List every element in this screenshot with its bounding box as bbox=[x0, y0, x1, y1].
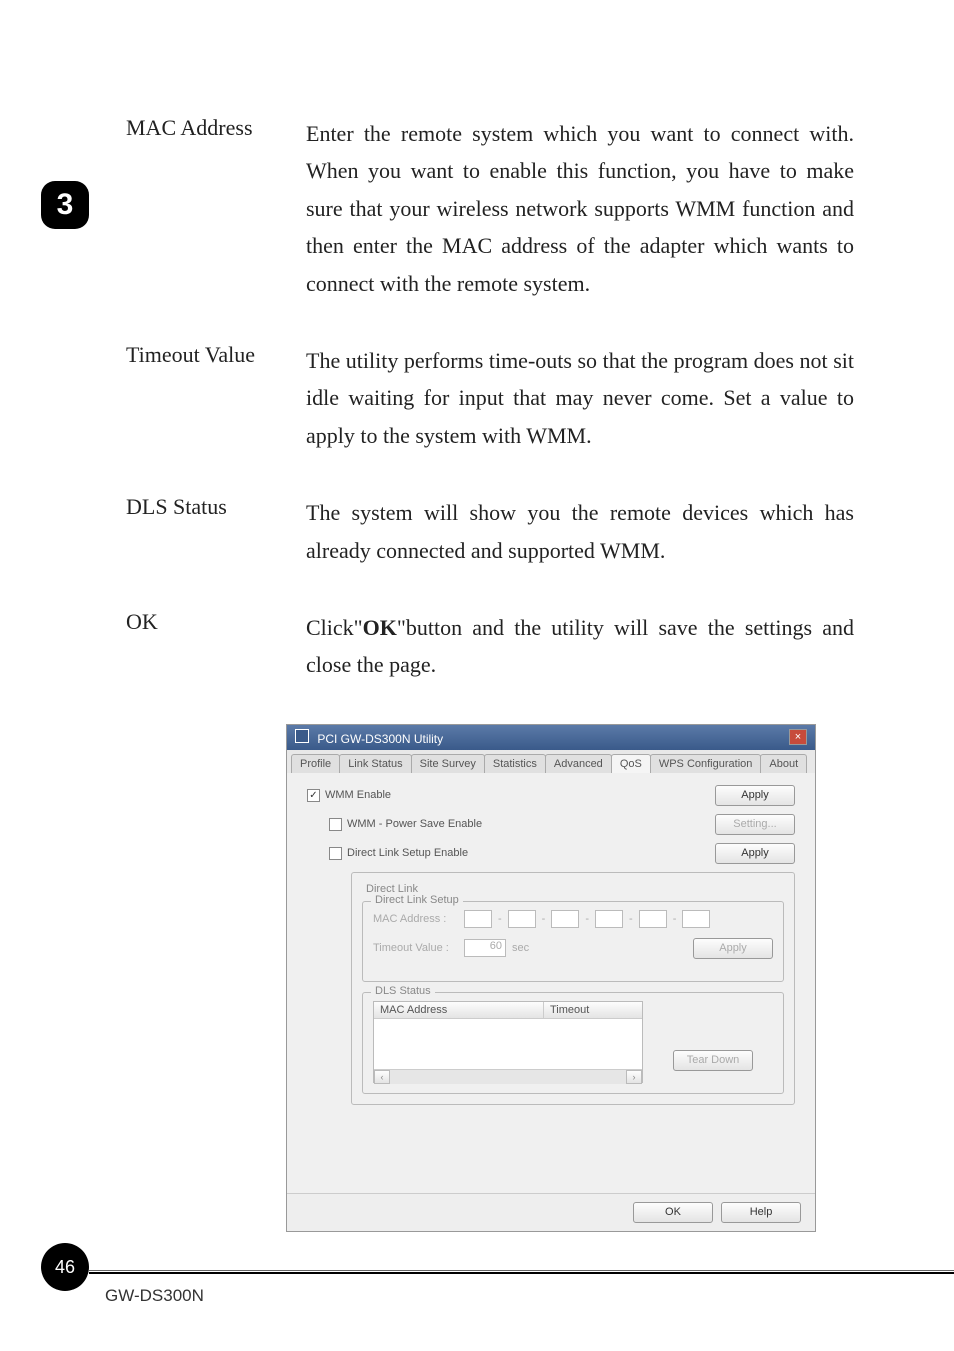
wmm-enable-checkbox-wrap[interactable]: ✓ WMM Enable bbox=[307, 789, 391, 802]
wmm-enable-label: WMM Enable bbox=[325, 789, 391, 801]
wmm-ps-checkbox-wrap[interactable]: WMM - Power Save Enable bbox=[329, 818, 482, 831]
definition-row: Timeout Value The utility performs time-… bbox=[126, 342, 854, 454]
definition-row: DLS Status The system will show you the … bbox=[126, 494, 854, 569]
term-timeout-value: Timeout Value bbox=[126, 342, 306, 454]
tab-advanced[interactable]: Advanced bbox=[545, 754, 612, 773]
mac-sep: - bbox=[498, 913, 502, 925]
tab-qos[interactable]: QoS bbox=[611, 754, 651, 773]
scroll-right-icon[interactable]: › bbox=[626, 1070, 642, 1084]
definition-row: OK Click"OK"button and the utility will … bbox=[126, 609, 854, 684]
term-dls-status: DLS Status bbox=[126, 494, 306, 569]
chapter-badge: 3 bbox=[41, 181, 89, 229]
dls-enable-checkbox-wrap[interactable]: Direct Link Setup Enable bbox=[329, 847, 468, 860]
dls-setup-group: Direct Link Setup MAC Address : - - - - … bbox=[362, 901, 784, 982]
desc-dls-status: The system will show you the remote devi… bbox=[306, 494, 854, 569]
direct-link-group: Direct Link Direct Link Setup MAC Addres… bbox=[351, 872, 795, 1105]
mac-address-label: MAC Address : bbox=[373, 913, 458, 925]
apply-button-wmm[interactable]: Apply bbox=[715, 785, 795, 806]
mac-octet-6[interactable] bbox=[682, 910, 710, 928]
mac-octet-3[interactable] bbox=[551, 910, 579, 928]
dls-status-group: DLS Status MAC Address Timeout ‹ › bbox=[362, 992, 784, 1094]
tab-site-survey[interactable]: Site Survey bbox=[411, 754, 485, 773]
term-mac-address: MAC Address bbox=[126, 115, 306, 302]
mac-octet-2[interactable] bbox=[508, 910, 536, 928]
mac-octet-4[interactable] bbox=[595, 910, 623, 928]
timeout-label: Timeout Value : bbox=[373, 942, 458, 954]
scroll-left-icon[interactable]: ‹ bbox=[374, 1070, 390, 1084]
help-button[interactable]: Help bbox=[721, 1202, 801, 1223]
dialog-body: ✓ WMM Enable Apply WMM - Power Save Enab… bbox=[287, 773, 815, 1193]
desc-ok-bold: OK bbox=[363, 615, 397, 640]
dls-header-mac: MAC Address bbox=[374, 1002, 544, 1018]
horizontal-scrollbar[interactable]: ‹ › bbox=[374, 1069, 642, 1084]
timeout-unit: sec bbox=[512, 942, 529, 954]
footer-divider bbox=[89, 1272, 954, 1274]
scroll-track[interactable] bbox=[390, 1070, 626, 1084]
dls-empty-area bbox=[374, 1019, 642, 1069]
dls-setup-group-label: Direct Link Setup bbox=[371, 894, 463, 906]
wmm-enable-checkbox[interactable]: ✓ bbox=[307, 789, 320, 802]
timeout-input[interactable]: 60 bbox=[464, 939, 506, 957]
dls-enable-checkbox[interactable] bbox=[329, 847, 342, 860]
mac-sep: - bbox=[629, 913, 633, 925]
mac-sep: - bbox=[673, 913, 677, 925]
desc-mac-address: Enter the remote system which you want t… bbox=[306, 115, 854, 302]
dls-enable-label: Direct Link Setup Enable bbox=[347, 847, 468, 859]
tab-statistics[interactable]: Statistics bbox=[484, 754, 546, 773]
desc-timeout-value: The utility performs time-outs so that t… bbox=[306, 342, 854, 454]
app-icon bbox=[295, 729, 309, 743]
mac-octet-5[interactable] bbox=[639, 910, 667, 928]
content-area: MAC Address Enter the remote system whic… bbox=[126, 115, 854, 1232]
product-name: GW-DS300N bbox=[105, 1286, 204, 1306]
tab-wps-configuration[interactable]: WPS Configuration bbox=[650, 754, 762, 773]
dls-status-table-wrap: MAC Address Timeout ‹ › Tear Down bbox=[373, 1001, 773, 1083]
window-title: PCI GW-DS300N Utility bbox=[317, 732, 443, 746]
utility-dialog: PCI GW-DS300N Utility × Profile Link Sta… bbox=[286, 724, 816, 1232]
titlebar-left: PCI GW-DS300N Utility bbox=[295, 729, 443, 746]
wmm-ps-row: WMM - Power Save Enable Setting... bbox=[329, 814, 795, 835]
footer-divider bbox=[89, 1270, 954, 1271]
teardown-button: Tear Down bbox=[673, 1050, 753, 1071]
dls-status-group-label: DLS Status bbox=[371, 985, 435, 997]
teardown-wrap: Tear Down bbox=[673, 1001, 753, 1083]
setting-button: Setting... bbox=[715, 814, 795, 835]
tab-profile[interactable]: Profile bbox=[291, 754, 340, 773]
wmm-ps-checkbox[interactable] bbox=[329, 818, 342, 831]
desc-ok: Click"OK"button and the utility will sav… bbox=[306, 609, 854, 684]
apply-button-setup: Apply bbox=[693, 938, 773, 959]
timeout-row: Timeout Value : 60 sec Apply bbox=[373, 938, 773, 959]
ok-button[interactable]: OK bbox=[633, 1202, 713, 1223]
tab-about[interactable]: About bbox=[760, 754, 807, 773]
dls-header-timeout: Timeout bbox=[544, 1002, 642, 1018]
tab-link-status[interactable]: Link Status bbox=[339, 754, 411, 773]
close-icon[interactable]: × bbox=[789, 729, 807, 745]
tab-strip: Profile Link Status Site Survey Statisti… bbox=[287, 750, 815, 773]
titlebar: PCI GW-DS300N Utility × bbox=[287, 725, 815, 750]
wmm-enable-row: ✓ WMM Enable Apply bbox=[307, 785, 795, 806]
wmm-ps-label: WMM - Power Save Enable bbox=[347, 818, 482, 830]
apply-button-dls[interactable]: Apply bbox=[715, 843, 795, 864]
mac-sep: - bbox=[542, 913, 546, 925]
mac-address-row: MAC Address : - - - - - bbox=[373, 910, 773, 928]
definition-row: MAC Address Enter the remote system whic… bbox=[126, 115, 854, 302]
mac-octet-1[interactable] bbox=[464, 910, 492, 928]
mac-sep: - bbox=[585, 913, 589, 925]
dls-enable-row: Direct Link Setup Enable Apply bbox=[329, 843, 795, 864]
dialog-footer: OK Help bbox=[287, 1193, 815, 1231]
dls-header-row: MAC Address Timeout bbox=[374, 1002, 642, 1019]
dls-status-list[interactable]: MAC Address Timeout ‹ › bbox=[373, 1001, 643, 1083]
desc-ok-pre: Click" bbox=[306, 615, 363, 640]
page-number-badge: 46 bbox=[41, 1243, 89, 1291]
term-ok: OK bbox=[126, 609, 306, 684]
